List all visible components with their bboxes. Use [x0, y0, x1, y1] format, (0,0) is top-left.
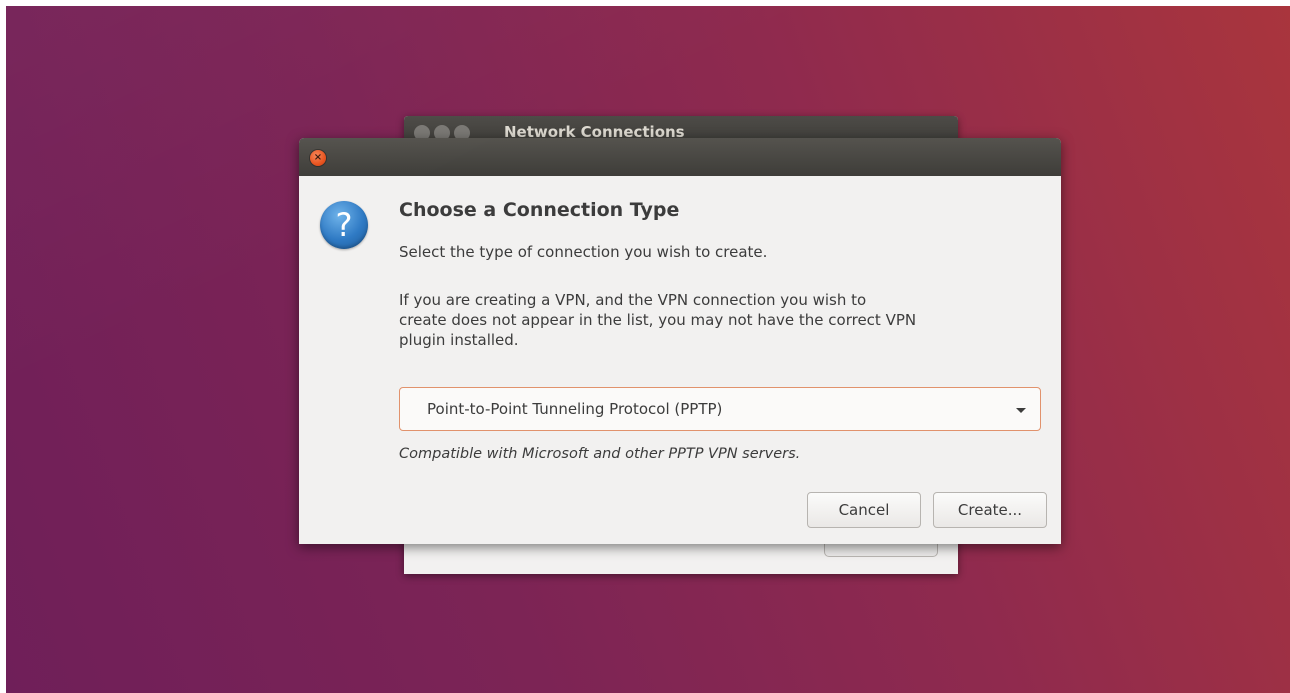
connection-type-description: Compatible with Microsoft and other PPTP… — [399, 446, 801, 462]
vpn-note-line: plugin installed. — [399, 331, 519, 349]
connection-type-select[interactable]: Point-to-Point Tunneling Protocol (PPTP) — [399, 387, 1041, 431]
cancel-button[interactable]: Cancel — [807, 492, 921, 528]
connection-type-selected-value: Point-to-Point Tunneling Protocol (PPTP) — [427, 400, 723, 418]
vpn-plugin-note: If you are creating a VPN, and the VPN c… — [399, 290, 999, 350]
vpn-note-line: create does not appear in the list, you … — [399, 311, 917, 329]
dialog-titlebar: × — [299, 138, 1061, 176]
chevron-down-icon — [1016, 408, 1026, 413]
question-icon: ? — [320, 201, 368, 249]
close-icon[interactable]: × — [310, 150, 326, 166]
vpn-note-line: If you are creating a VPN, and the VPN c… — [399, 291, 867, 309]
desktop-background: Network Connections × ? Choose a Connect… — [6, 6, 1290, 693]
dialog-content: ? Choose a Connection Type Select the ty… — [299, 176, 1061, 544]
dialog-subtitle: Select the type of connection you wish t… — [399, 243, 768, 261]
create-button[interactable]: Create... — [933, 492, 1047, 528]
choose-connection-type-dialog: × ? Choose a Connection Type Select the … — [299, 138, 1061, 544]
dialog-heading: Choose a Connection Type — [399, 199, 680, 221]
